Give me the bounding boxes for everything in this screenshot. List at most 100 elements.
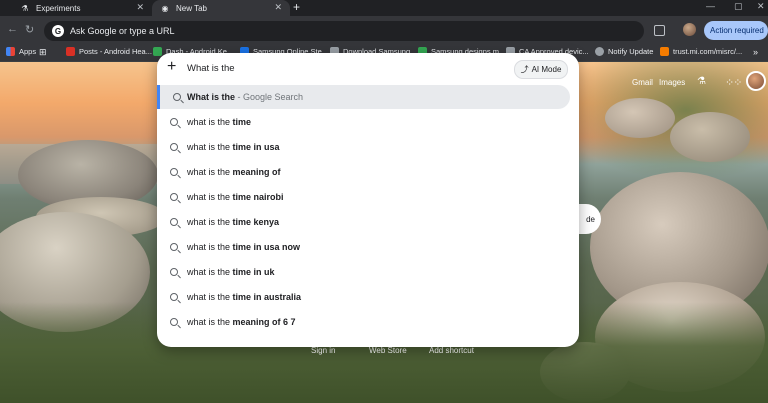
minimize-icon[interactable]: —	[706, 1, 715, 11]
tab-new-tab[interactable]: ◉ New Tab ✕	[152, 0, 290, 16]
chrome-icon: ◉	[161, 3, 169, 13]
bookmark-item[interactable]: Posts - Android Hea...	[66, 47, 152, 56]
extensions-icon[interactable]	[654, 25, 665, 36]
suggestion-text: What is the - Google Search	[187, 92, 303, 102]
suggestion-text: what is the time in australia	[187, 292, 301, 302]
suggestion-prefix: what is the	[187, 192, 233, 202]
profile-avatar[interactable]	[683, 23, 696, 36]
suggestion-text: what is the time in uk	[187, 267, 275, 277]
suggestion-completion: time kenya	[232, 217, 280, 227]
labs-icon[interactable]: ⚗	[697, 76, 706, 87]
more-bookmarks-icon[interactable]: »	[753, 47, 758, 57]
suggestion-text: what is the meaning of 6 7	[187, 317, 296, 327]
suggestion-text: what is the time in usa now	[187, 242, 300, 252]
suggestion-item[interactable]: what is the time nairobi	[157, 185, 579, 209]
search-query-text: What is the	[187, 63, 235, 74]
suggestion-completion: time in uk	[232, 267, 275, 277]
suggestion-prefix: what is the	[187, 242, 233, 252]
suggestion-item[interactable]: what is the time in usa	[157, 135, 579, 159]
search-suggestions-dropdown: + What is the ⤴ AI Mode What is the - Go…	[157, 53, 579, 347]
search-icon	[173, 93, 181, 101]
search-icon	[170, 193, 178, 201]
reload-icon[interactable]: ↻	[25, 23, 34, 36]
bookmark-label: Posts - Android Hea...	[79, 47, 152, 56]
google-apps-icon[interactable]: ⁘⁘	[725, 76, 742, 89]
close-window-icon[interactable]: ✕	[757, 1, 765, 12]
ai-mode-icon: ⤴	[520, 65, 529, 74]
images-link[interactable]: Images	[659, 78, 685, 87]
ai-mode-button[interactable]: ⤴ AI Mode	[514, 60, 568, 79]
suggestion-completion: time in australia	[232, 292, 302, 302]
search-icon	[170, 243, 178, 251]
suggestion-item[interactable]: what is the time in usa now	[157, 235, 579, 259]
flask-icon: ⚗	[21, 3, 29, 13]
back-icon[interactable]: ←	[7, 23, 18, 35]
ai-mode-pill-label: de	[586, 214, 595, 224]
suggestion-prefix: what is the	[187, 267, 233, 277]
bookmark-label: trust.mi.com/misrc/...	[673, 47, 743, 56]
browser-toolbar: ← ↻ G Ask Google or type a URL Action re…	[0, 16, 768, 44]
suggestion-completion: time nairobi	[232, 192, 284, 202]
suggestion-item[interactable]: what is the time in australia	[157, 285, 579, 309]
suggestion-prefix: what is the	[187, 217, 233, 227]
suggestion-item[interactable]: what is the time kenya	[157, 210, 579, 234]
action-required-button[interactable]: Action required	[704, 21, 768, 40]
search-input[interactable]: + What is the ⤴ AI Mode	[157, 53, 579, 85]
search-icon	[170, 218, 178, 226]
bookmark-item[interactable]: Notify Update	[595, 47, 653, 56]
suggestion-completion: meaning of 6 7	[232, 317, 296, 327]
plus-icon[interactable]: +	[167, 58, 176, 76]
suggestion-text: what is the time kenya	[187, 217, 279, 227]
add-shortcut[interactable]: Add shortcut	[429, 346, 474, 355]
suggestion-completion: time	[232, 117, 252, 127]
suggestion-prefix: what is the	[187, 117, 233, 127]
google-icon: G	[52, 25, 64, 37]
suggestion-match: What is the	[187, 92, 236, 102]
suggestion-completion: meaning of	[232, 167, 281, 177]
search-icon	[170, 268, 178, 276]
bookmark-item[interactable]: trust.mi.com/misrc/...	[660, 47, 742, 56]
background-rock	[670, 112, 750, 162]
suggestion-item[interactable]: what is the time	[157, 110, 579, 134]
background-rock	[605, 98, 675, 138]
tab-experiments[interactable]: ⚗ Experiments ✕	[12, 0, 152, 16]
omnibox[interactable]: G Ask Google or type a URL	[44, 21, 644, 41]
bookmark-label: Notify Update	[608, 47, 654, 56]
maximize-icon[interactable]: ▢	[734, 1, 743, 12]
suggestion-text: what is the meaning of	[187, 167, 281, 177]
suggestion-prefix: what is the	[187, 317, 233, 327]
new-tab-button[interactable]: +	[293, 0, 300, 14]
tab-label: New Tab	[176, 3, 207, 13]
search-icon	[170, 118, 178, 126]
search-icon	[170, 143, 178, 151]
tab-groups-icon[interactable]: ⊞	[39, 47, 47, 58]
omnibox-text: Ask Google or type a URL	[70, 26, 175, 36]
suggestion-google-search[interactable]: What is the - Google Search	[157, 85, 570, 109]
search-icon	[170, 318, 178, 326]
tab-strip: ⚗ Experiments ✕ ◉ New Tab ✕ + — ▢ ✕	[0, 0, 768, 16]
search-icon	[170, 168, 178, 176]
search-icon	[170, 293, 178, 301]
globe-icon	[595, 47, 604, 56]
close-icon[interactable]: ✕	[274, 2, 282, 13]
bookmark-apps[interactable]: Apps	[6, 47, 36, 56]
bookmark-favicon	[66, 47, 75, 56]
suggestion-prefix: what is the	[187, 292, 233, 302]
suggestion-item[interactable]: what is the time in uk	[157, 260, 579, 284]
suggestion-text: what is the time	[187, 117, 251, 127]
close-icon[interactable]: ✕	[136, 2, 144, 13]
tab-label: Experiments	[36, 3, 81, 13]
suggestion-completion: time in usa	[232, 142, 280, 152]
suggestion-text: what is the time in usa	[187, 142, 280, 152]
apps-grid-icon	[6, 47, 15, 56]
suggestion-item[interactable]: what is the meaning of 6 7	[157, 310, 579, 334]
suggestion-text: what is the time nairobi	[187, 192, 284, 202]
suggestion-item[interactable]: what is the meaning of	[157, 160, 579, 184]
suggestion-completion: time in usa now	[232, 242, 301, 252]
account-avatar[interactable]	[746, 71, 766, 91]
ai-mode-label: AI Mode	[531, 65, 562, 74]
gmail-link[interactable]: Gmail	[632, 78, 653, 87]
bookmark-label: Apps	[19, 47, 37, 56]
sign-in-link[interactable]: Sign in	[311, 346, 335, 355]
web-store-shortcut[interactable]: Web Store	[369, 346, 407, 355]
